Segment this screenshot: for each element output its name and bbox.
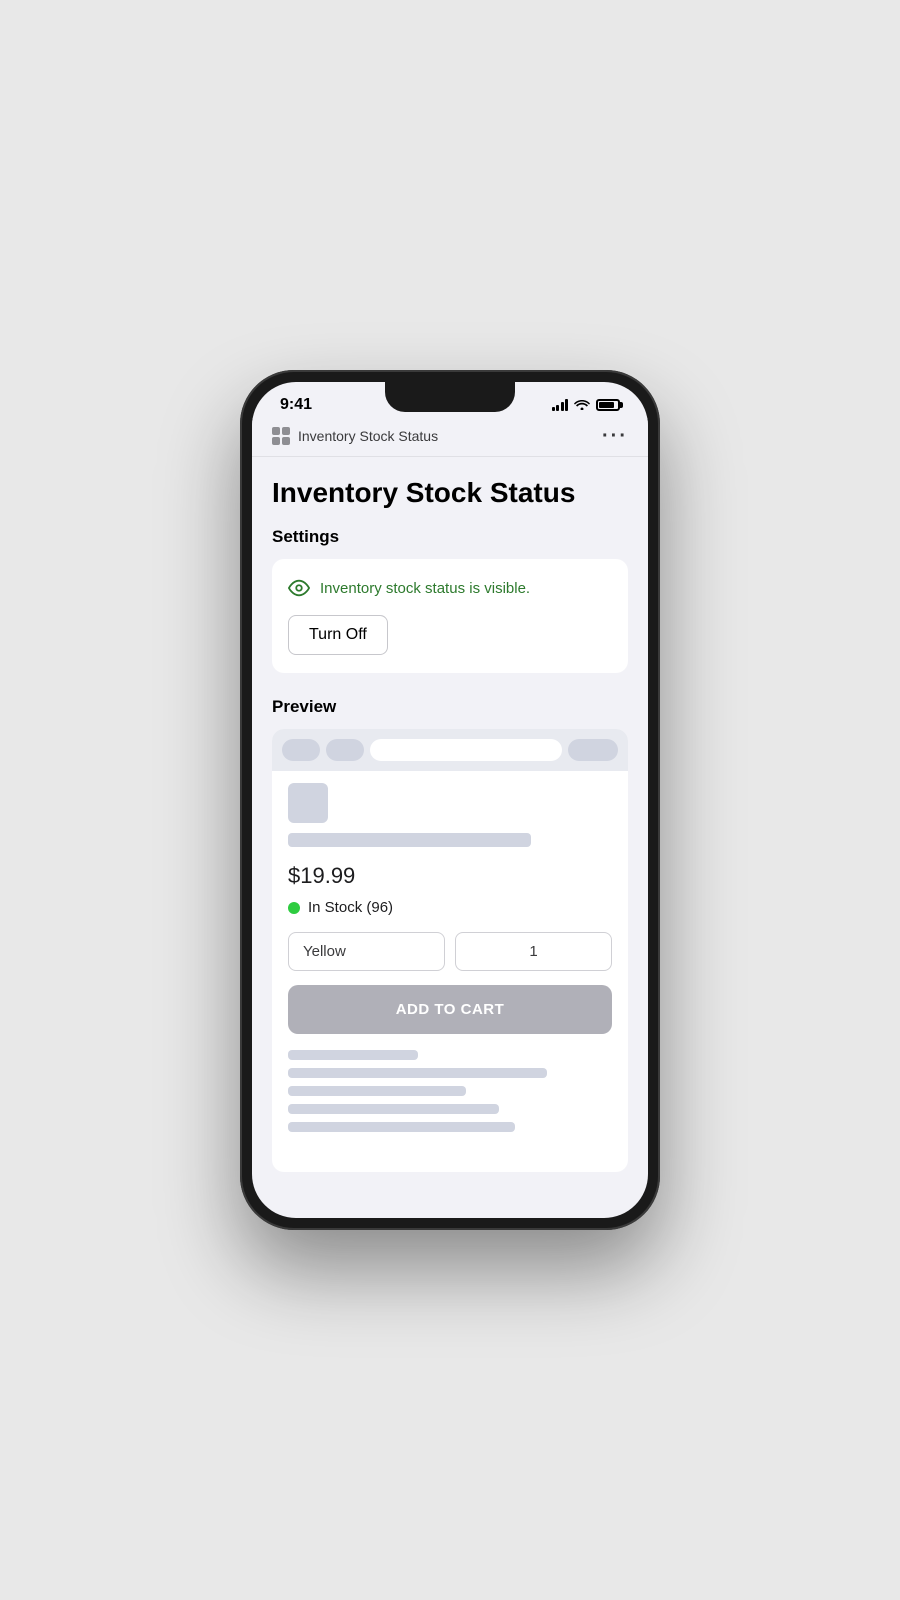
preview-tab-end xyxy=(568,739,618,761)
preview-product-area: $19.99 In Stock (96) Yellow 1 xyxy=(272,783,628,1172)
desc-line-5 xyxy=(288,1122,515,1132)
desc-line-3 xyxy=(288,1086,466,1096)
preview-tab-2 xyxy=(326,739,364,761)
preview-section: Preview $19.99 xyxy=(272,697,628,1172)
in-stock-text: In Stock (96) xyxy=(308,899,393,916)
eye-icon xyxy=(288,577,310,599)
desc-line-2 xyxy=(288,1068,547,1078)
variant-row: Yellow 1 xyxy=(288,932,612,971)
stock-dot xyxy=(288,902,300,914)
product-price: $19.99 xyxy=(288,863,612,889)
status-visible-text: Inventory stock status is visible. xyxy=(320,580,530,597)
content-area: Inventory Stock Status Settings Inventor… xyxy=(252,457,648,1203)
status-message-row: Inventory stock status is visible. xyxy=(288,577,612,599)
preview-tab-active xyxy=(370,739,562,761)
settings-section-title: Settings xyxy=(272,527,628,547)
app-icon xyxy=(272,427,290,445)
nav-title: Inventory Stock Status xyxy=(298,428,438,444)
notch xyxy=(385,382,515,412)
in-stock-row: In Stock (96) xyxy=(288,899,612,916)
preview-card: $19.99 In Stock (96) Yellow 1 xyxy=(272,729,628,1172)
nav-left: Inventory Stock Status xyxy=(272,427,438,445)
desc-line-1 xyxy=(288,1050,418,1060)
nav-bar: Inventory Stock Status ··· xyxy=(252,418,648,457)
status-time: 9:41 xyxy=(280,396,312,414)
variant-selector[interactable]: Yellow xyxy=(288,932,445,971)
preview-section-title: Preview xyxy=(272,697,628,717)
more-menu-button[interactable]: ··· xyxy=(602,426,628,446)
description-placeholder xyxy=(288,1050,612,1156)
settings-card: Inventory stock status is visible. Turn … xyxy=(272,559,628,673)
preview-tab-1 xyxy=(282,739,320,761)
product-title-placeholder xyxy=(288,833,531,847)
turn-off-button[interactable]: Turn Off xyxy=(288,615,388,655)
page-title: Inventory Stock Status xyxy=(272,477,628,509)
desc-line-4 xyxy=(288,1104,499,1114)
quantity-selector[interactable]: 1 xyxy=(455,932,612,971)
quantity-value: 1 xyxy=(529,943,537,960)
product-image-placeholder xyxy=(288,783,328,823)
phone-screen: 9:41 xyxy=(252,382,648,1218)
battery-icon xyxy=(596,399,620,411)
wifi-icon xyxy=(574,398,590,413)
status-icons xyxy=(552,398,621,413)
signal-icon xyxy=(552,399,569,411)
add-to-cart-button[interactable]: ADD TO CART xyxy=(288,985,612,1034)
preview-tabs xyxy=(272,729,628,771)
phone-frame: 9:41 xyxy=(240,370,660,1230)
variant-value: Yellow xyxy=(303,943,346,960)
